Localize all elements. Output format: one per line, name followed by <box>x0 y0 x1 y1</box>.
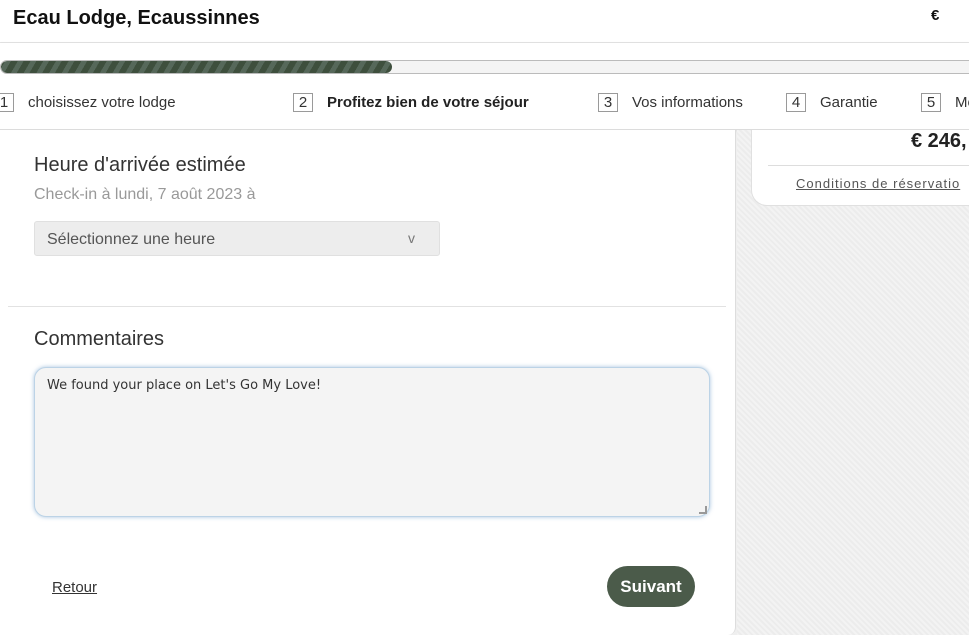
step-enjoy-stay[interactable]: 2 Profitez bien de votre séjour <box>293 93 529 112</box>
page-title: Ecau Lodge, Ecaussinnes <box>13 7 260 29</box>
summary-divider <box>768 165 969 166</box>
section-divider <box>8 306 726 307</box>
progress-bar-fill <box>1 61 393 73</box>
progress-bar <box>0 60 969 74</box>
step-guarantee[interactable]: 4 Garantie <box>786 93 878 112</box>
step-number: 2 <box>293 93 313 112</box>
step-your-info[interactable]: 3 Vos informations <box>598 93 743 112</box>
step-label: choisissez votre lodge <box>28 94 176 111</box>
currency-selector[interactable]: € <box>931 7 939 24</box>
top-header: Ecau Lodge, Ecaussinnes € <box>0 0 969 43</box>
step-number: 5 <box>921 93 941 112</box>
total-price: € 246, <box>911 130 967 152</box>
arrival-time-select-value: Sélectionnez une heure <box>47 231 216 248</box>
stay-details-form: Heure d'arrivée estimée Check-in à lundi… <box>0 130 736 635</box>
comments-text: We found your place on Let's Go My Love! <box>47 378 322 393</box>
resize-handle-icon[interactable] <box>699 506 707 514</box>
booking-conditions-link[interactable]: Conditions de réservatio <box>796 176 960 191</box>
summary-card: € 246, Conditions de réservatio <box>751 130 969 206</box>
step-label: Garantie <box>820 94 878 111</box>
comments-heading: Commentaires <box>34 328 165 350</box>
step-label: Vos informations <box>632 94 743 111</box>
chevron-down-icon: v <box>408 230 415 246</box>
checkin-date-text: Check-in à lundi, 7 août 2023 à <box>34 186 256 203</box>
step-label: Profitez bien de votre séjour <box>327 94 529 111</box>
step-number: 4 <box>786 93 806 112</box>
booking-summary-panel: € 246, Conditions de réservatio <box>737 130 969 635</box>
back-link[interactable]: Retour <box>52 579 97 596</box>
arrival-time-heading: Heure d'arrivée estimée <box>34 154 246 176</box>
booking-progress: 1 choisissez votre lodge 2 Profitez bien… <box>0 43 969 130</box>
comments-textarea[interactable]: We found your place on Let's Go My Love! <box>34 367 710 517</box>
step-label: Mo <box>955 94 969 111</box>
steps-nav: 1 choisissez votre lodge 2 Profitez bien… <box>0 93 969 117</box>
next-button[interactable]: Suivant <box>607 566 695 607</box>
step-choose-lodge[interactable]: 1 choisissez votre lodge <box>0 93 176 112</box>
step-five[interactable]: 5 Mo <box>921 93 969 112</box>
step-number: 1 <box>0 93 14 112</box>
step-number: 3 <box>598 93 618 112</box>
arrival-time-select[interactable]: Sélectionnez une heure v <box>34 221 440 256</box>
